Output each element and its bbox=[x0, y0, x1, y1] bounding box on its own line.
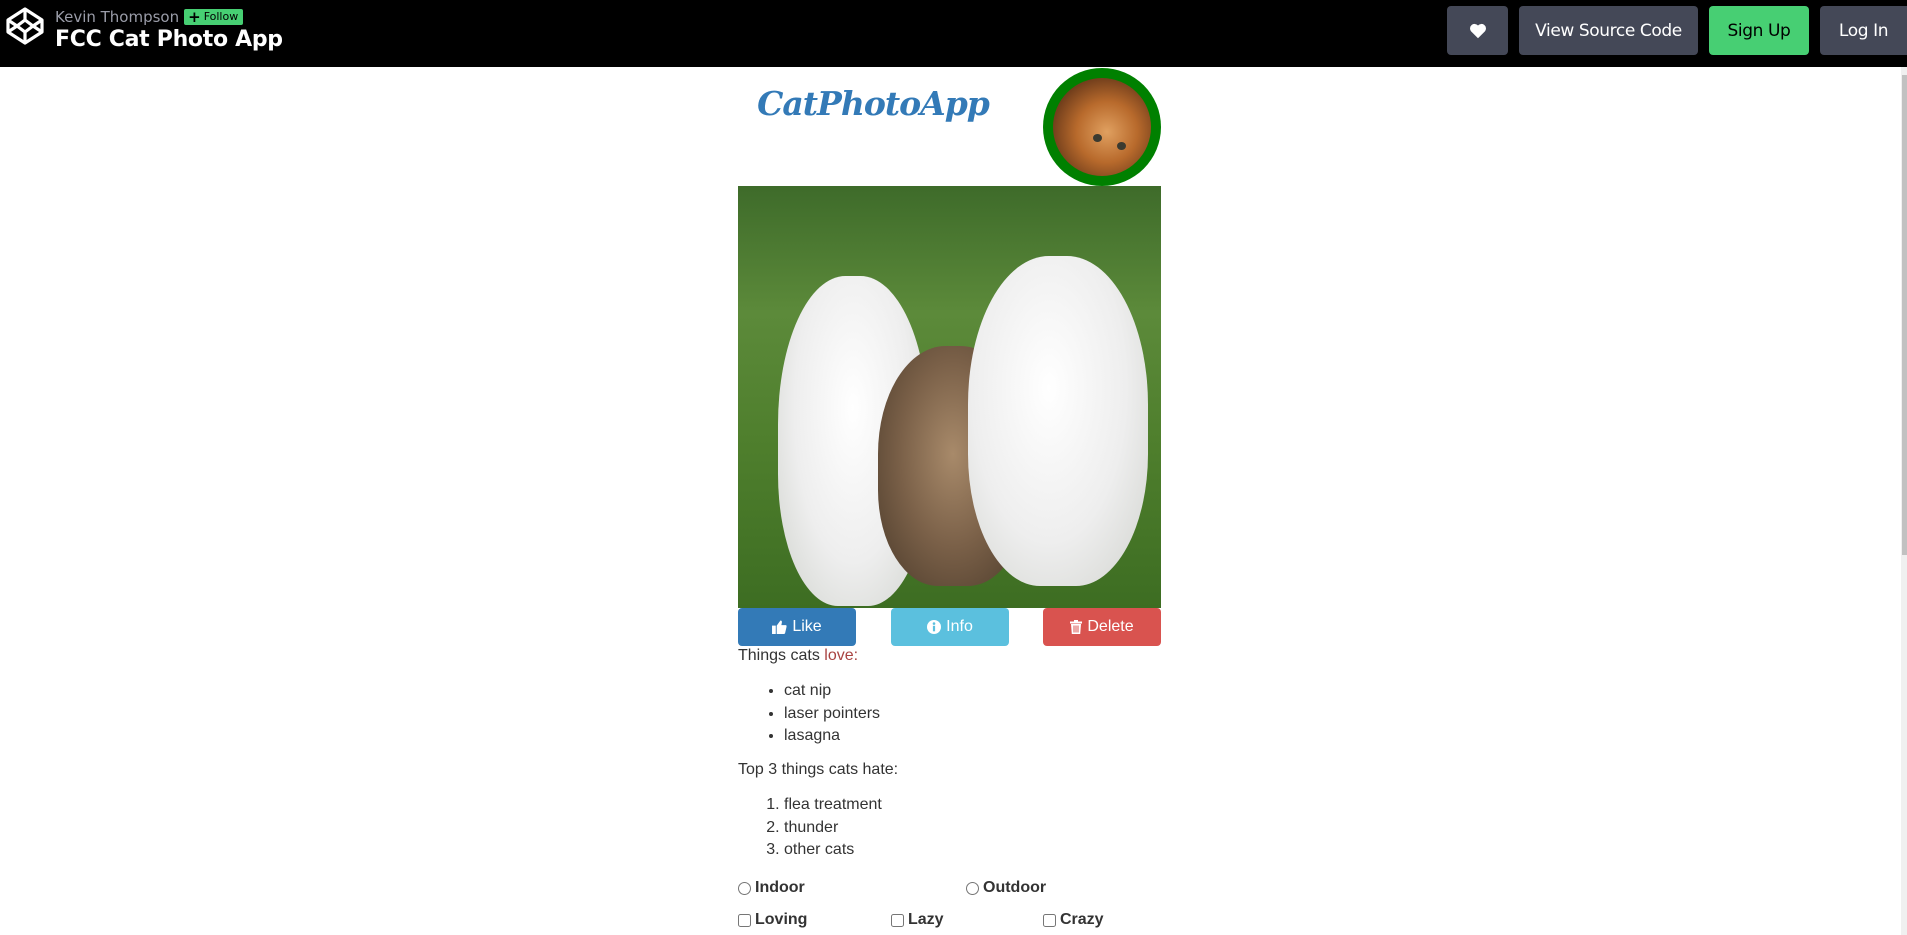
pen-title: FCC Cat Photo App bbox=[55, 27, 283, 52]
log-in-button[interactable]: Log In bbox=[1820, 6, 1907, 55]
like-button[interactable]: Like bbox=[738, 608, 856, 646]
info-circle-icon bbox=[927, 620, 942, 634]
list-item: thunder bbox=[784, 817, 882, 840]
vertical-scrollbar[interactable] bbox=[1901, 67, 1907, 935]
kitten-eye bbox=[1117, 142, 1126, 150]
like-label: Like bbox=[792, 618, 822, 635]
loving-checkbox[interactable] bbox=[738, 913, 751, 927]
sign-up-button[interactable]: Sign Up bbox=[1709, 6, 1809, 55]
loves-heading-prefix: Things cats bbox=[738, 647, 825, 664]
hates-heading: Top 3 things cats hate: bbox=[738, 761, 899, 778]
white-kitten-right bbox=[968, 256, 1148, 586]
info-button[interactable]: Info bbox=[891, 608, 1009, 646]
hates-list: flea treatment thunder other cats bbox=[738, 794, 882, 862]
plus-icon: + bbox=[188, 7, 201, 26]
trash-icon bbox=[1070, 620, 1083, 634]
indoor-label: Indoor bbox=[755, 879, 805, 896]
lazy-checkbox-label[interactable]: Lazy bbox=[891, 911, 944, 929]
lazy-checkbox[interactable] bbox=[891, 913, 904, 927]
author-row: Kevin Thompson + Follow bbox=[55, 7, 244, 26]
thumbs-up-icon bbox=[772, 620, 787, 634]
crazy-checkbox-label[interactable]: Crazy bbox=[1043, 911, 1104, 929]
kitten-avatar-image bbox=[1053, 78, 1151, 176]
info-label: Info bbox=[946, 618, 973, 635]
kitten-eye bbox=[1093, 134, 1102, 142]
follow-label: Follow bbox=[203, 10, 239, 23]
indoor-radio[interactable] bbox=[738, 881, 751, 895]
list-item: lasagna bbox=[784, 725, 880, 748]
delete-label: Delete bbox=[1087, 618, 1134, 635]
loving-label: Loving bbox=[755, 911, 808, 928]
scrollbar-thumb[interactable] bbox=[1902, 75, 1907, 555]
view-source-button[interactable]: View Source Code bbox=[1519, 6, 1698, 55]
app-title: CatPhotoApp bbox=[757, 84, 990, 123]
loving-checkbox-label[interactable]: Loving bbox=[738, 911, 807, 929]
author-name[interactable]: Kevin Thompson bbox=[55, 8, 179, 26]
avatar-image-link[interactable] bbox=[1043, 68, 1161, 186]
three-kittens-image bbox=[738, 186, 1161, 608]
codepen-logo-icon[interactable] bbox=[5, 6, 45, 46]
loves-heading: Things cats love: bbox=[738, 647, 858, 665]
lazy-label: Lazy bbox=[908, 911, 944, 928]
indoor-radio-label[interactable]: Indoor bbox=[738, 879, 805, 897]
outdoor-radio[interactable] bbox=[966, 881, 979, 895]
outdoor-label: Outdoor bbox=[983, 879, 1047, 896]
heart-button[interactable] bbox=[1447, 6, 1508, 55]
crazy-checkbox[interactable] bbox=[1043, 913, 1056, 927]
follow-button[interactable]: + Follow bbox=[184, 7, 244, 26]
header-actions: View Source Code Sign Up Log In bbox=[1447, 6, 1907, 55]
codepen-header: Kevin Thompson + Follow FCC Cat Photo Ap… bbox=[0, 0, 1907, 67]
love-word: love: bbox=[824, 647, 859, 664]
list-item: laser pointers bbox=[784, 703, 880, 726]
heart-icon bbox=[1469, 23, 1486, 38]
list-item: flea treatment bbox=[784, 794, 882, 817]
list-item: other cats bbox=[784, 839, 882, 862]
outdoor-radio-label[interactable]: Outdoor bbox=[966, 879, 1046, 897]
loves-list: cat nip laser pointers lasagna bbox=[738, 680, 880, 748]
crazy-label: Crazy bbox=[1060, 911, 1104, 928]
delete-button[interactable]: Delete bbox=[1043, 608, 1161, 646]
list-item: cat nip bbox=[784, 680, 880, 703]
